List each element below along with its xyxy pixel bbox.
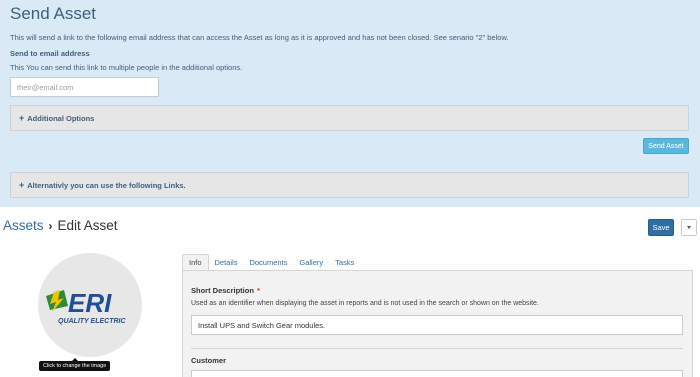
plus-icon: +: [19, 112, 25, 123]
short-description-input[interactable]: [191, 315, 683, 335]
short-description-label-text: Short Description: [191, 286, 254, 295]
divider: [191, 348, 683, 349]
send-asset-title: Send Asset: [10, 4, 97, 23]
additional-options-toggle[interactable]: + Additional Options: [10, 105, 689, 131]
tab-tasks[interactable]: Tasks: [329, 254, 360, 270]
email-input[interactable]: [10, 77, 159, 97]
change-image-tooltip: Click to change the image: [39, 358, 111, 371]
page-title: Edit Asset: [57, 218, 118, 233]
required-mark: *: [256, 286, 260, 295]
tab-gallery[interactable]: Gallery: [293, 254, 329, 270]
more-options-button[interactable]: [681, 219, 697, 236]
logo-text: ERI: [68, 288, 112, 318]
chevron-right-icon: ›: [48, 218, 53, 233]
caret-down-icon: [687, 226, 691, 229]
customer-label: Customer: [191, 356, 227, 365]
send-asset-button[interactable]: Send Asset: [643, 138, 689, 154]
tab-documents[interactable]: Documents: [243, 254, 293, 270]
tab-info[interactable]: Info: [182, 254, 209, 270]
send-asset-panel: Send Asset This will send a link to the …: [0, 0, 700, 207]
asset-image[interactable]: ERI QUALITY ELECTRIC: [38, 253, 142, 357]
plus-icon: +: [19, 179, 25, 190]
info-form: Short Description * Used as an identifier…: [182, 270, 693, 377]
logo-subtext: QUALITY ELECTRIC: [58, 318, 126, 325]
alt-links-label: Alternativly you can use the following L…: [27, 180, 186, 190]
additional-options-label: Additional Options: [27, 113, 95, 123]
save-button[interactable]: Save: [648, 219, 674, 236]
customer-input[interactable]: [191, 370, 683, 377]
short-description-label: Short Description *: [191, 286, 260, 295]
short-description-help: Used as an identifier when displaying th…: [191, 300, 539, 307]
email-sublabel: This You can send this link to multiple …: [10, 63, 243, 72]
send-asset-description: This will send a link to the following e…: [10, 33, 509, 42]
tab-details[interactable]: Details: [209, 254, 244, 270]
breadcrumb-assets-link[interactable]: Assets: [3, 218, 44, 233]
alt-links-toggle[interactable]: + Alternativly you can use the following…: [10, 172, 689, 198]
email-label: Send to email address: [10, 49, 90, 58]
breadcrumb: Assets › Edit Asset: [3, 218, 118, 233]
eri-logo: ERI QUALITY ELECTRIC: [46, 288, 126, 325]
asset-tabs: Info Details Documents Gallery Tasks: [182, 254, 360, 270]
